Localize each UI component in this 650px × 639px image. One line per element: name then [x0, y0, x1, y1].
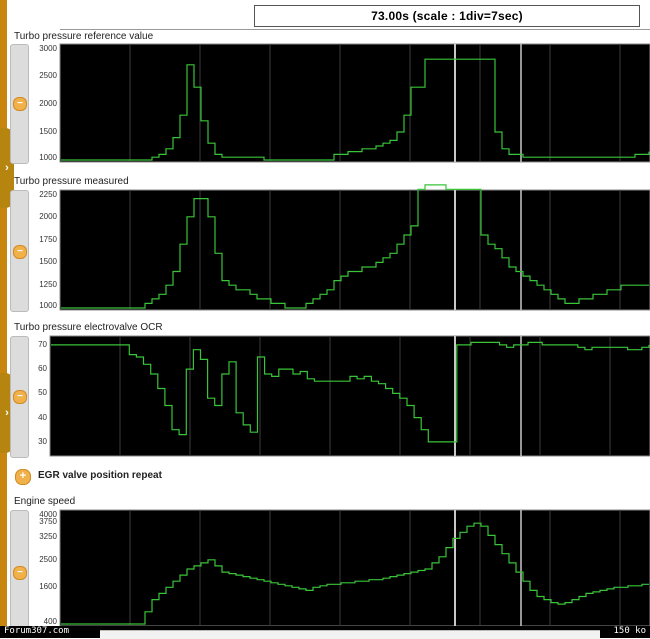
- y-tick-label: 50: [38, 388, 47, 398]
- y-tick-label: 1500: [39, 127, 57, 136]
- y-tick-label: 1000: [39, 153, 57, 162]
- y-tick-label: 3250: [39, 531, 57, 541]
- chart-panel: [59, 509, 650, 627]
- y-tick-label: 400: [43, 617, 57, 626]
- y-tick-label: 2500: [39, 71, 57, 80]
- y-tick-label: 1250: [39, 280, 57, 290]
- plot-area: [59, 43, 650, 163]
- y-tick-label: 1500: [39, 257, 57, 267]
- y-tick-label: 1600: [39, 582, 57, 592]
- y-tick-label: 3000: [39, 44, 57, 53]
- plot-area: [59, 189, 650, 311]
- y-tick-label: 1750: [39, 234, 57, 244]
- chart-panel: [49, 335, 650, 457]
- y-tick-label: 1000: [39, 301, 57, 310]
- signal-charts: [49, 43, 650, 627]
- plot-area: [49, 335, 650, 457]
- y-tick-label: 70: [38, 339, 47, 349]
- plot-area: [59, 509, 650, 627]
- chart-panel: [59, 184, 650, 311]
- y-tick-label: 40: [38, 412, 47, 422]
- file-size-text: 150 ko: [613, 626, 646, 636]
- y-tick-label: 30: [38, 436, 47, 446]
- y-tick-label: 2500: [39, 554, 57, 564]
- y-tick-label: 2000: [39, 99, 57, 108]
- y-tick-label: 2250: [39, 190, 57, 199]
- y-tick-label: 3750: [39, 516, 57, 526]
- watermark-text: Forum307.com: [4, 626, 70, 636]
- y-tick-label: 2000: [39, 211, 57, 221]
- y-tick-label: 60: [38, 364, 47, 374]
- chart-panel: [59, 43, 650, 163]
